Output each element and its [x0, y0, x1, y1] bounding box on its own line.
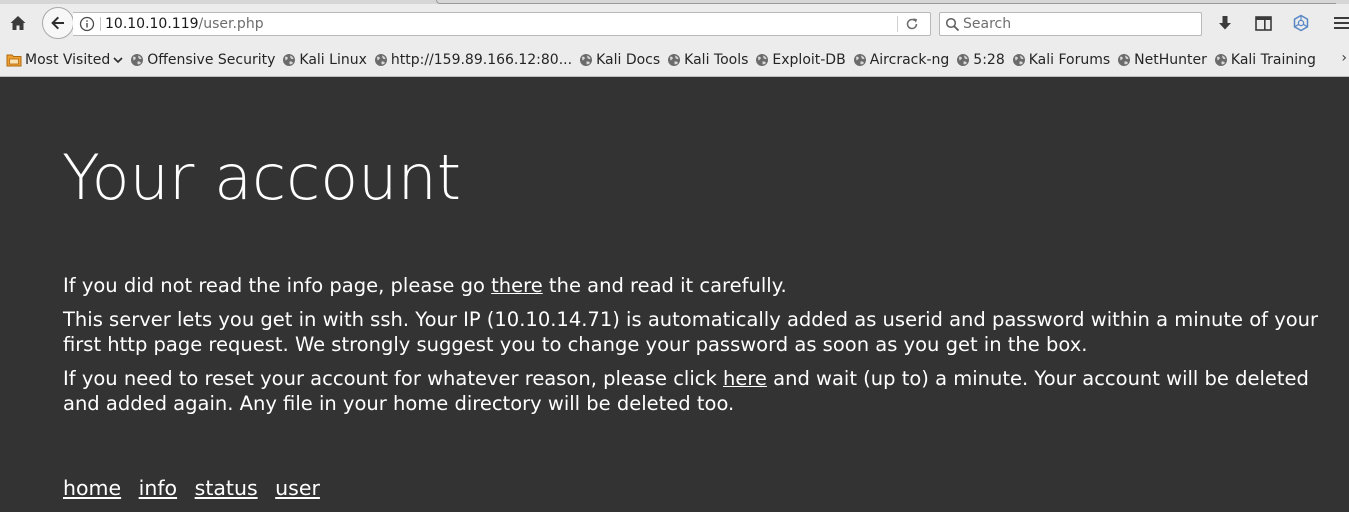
download-icon — [1219, 16, 1231, 30]
bookmarks-overflow-button[interactable]: › — [1341, 50, 1347, 66]
bookmark-label: http://159.89.166.12:80... — [390, 52, 573, 68]
paragraph-text: If you did not read the info page, pleas… — [63, 274, 492, 297]
bookmark-aircrack-ng[interactable]: Aircrack-ng — [850, 47, 954, 73]
url-text[interactable]: 10.10.10.119/user.php — [105, 16, 264, 32]
bookmark-label: Most Visited — [25, 52, 111, 68]
back-arrow-icon — [51, 16, 64, 30]
reload-icon — [906, 18, 918, 30]
nav-link-user[interactable]: user — [275, 476, 320, 500]
url-host: 10.10.10.119 — [105, 16, 199, 32]
sidebar-icon — [1254, 15, 1272, 31]
tab-strip — [0, 0, 1349, 4]
reload-divider — [897, 16, 898, 32]
bookmark-kali-forums[interactable]: Kali Forums — [1009, 47, 1114, 73]
nav-link-status[interactable]: status — [195, 476, 258, 500]
globe-icon — [131, 54, 144, 66]
download-button[interactable] — [1213, 11, 1237, 35]
bookmark-exploit-db[interactable]: Exploit-DB — [752, 47, 849, 73]
home-button[interactable] — [5, 10, 31, 36]
bookmark-label: Kali Docs — [596, 52, 661, 68]
bookmark-label: Kali Linux — [299, 52, 367, 68]
globe-icon — [853, 54, 866, 66]
hamburger-menu-icon — [1334, 17, 1349, 29]
url-path: /user.php — [198, 16, 264, 32]
globe-icon — [957, 54, 970, 66]
info-paragraph: If you did not read the info page, pleas… — [63, 274, 1349, 299]
folder-icon — [6, 54, 22, 67]
navigation-toolbar: 10.10.10.119/user.php Search — [0, 6, 1349, 42]
menu-button[interactable] — [1330, 11, 1349, 35]
back-button[interactable] — [42, 7, 74, 39]
page-content: Your account If you did not read the inf… — [0, 77, 1349, 512]
active-tab-edge[interactable] — [436, 0, 1336, 4]
bookmark-label: 5:28 — [973, 52, 1005, 68]
globe-icon — [1118, 54, 1131, 66]
bookmark-label: Kali Forums — [1028, 52, 1111, 68]
bookmark-label: Offensive Security — [147, 52, 276, 68]
globe-icon — [1214, 54, 1227, 66]
extension-button[interactable] — [1289, 11, 1313, 35]
bookmark-kali-docs[interactable]: Kali Docs — [576, 47, 664, 73]
search-bar[interactable]: Search — [939, 12, 1202, 36]
bookmark-5-28[interactable]: 5:28 — [953, 47, 1008, 73]
chevron-down-icon — [113, 57, 123, 64]
url-divider — [100, 17, 101, 31]
bookmark-label: Aircrack-ng — [869, 52, 950, 68]
home-icon — [10, 16, 26, 30]
bookmark-label: Exploit-DB — [772, 52, 846, 68]
bookmark-offensive-security[interactable]: Offensive Security — [127, 47, 279, 73]
bookmark-kali-training[interactable]: Kali Training — [1211, 47, 1320, 73]
globe-icon — [580, 54, 593, 66]
here-link[interactable]: here — [723, 367, 767, 390]
globe-icon — [374, 54, 387, 66]
bookmark-label: Kali Training — [1230, 52, 1316, 68]
paragraph-text: If you need to reset your account for wh… — [63, 367, 723, 390]
bookmark-kali-tools[interactable]: Kali Tools — [664, 47, 752, 73]
bookmark-kali-linux[interactable]: Kali Linux — [279, 47, 370, 73]
nav-link-home[interactable]: home — [63, 476, 121, 500]
globe-icon — [756, 54, 769, 66]
paragraph-text: the and read it carefully. — [542, 274, 787, 297]
browser-chrome: 10.10.10.119/user.php Search Most Visite… — [0, 0, 1349, 77]
search-placeholder: Search — [963, 16, 1012, 32]
bookmark-ip-address[interactable]: http://159.89.166.12:80... — [371, 47, 576, 73]
nav-link-info[interactable]: info — [139, 476, 177, 500]
bookmark-most-visited[interactable]: Most Visited — [0, 47, 127, 73]
sidebar-button[interactable] — [1251, 11, 1275, 35]
info-icon[interactable] — [79, 16, 95, 32]
search-icon — [945, 17, 960, 32]
globe-icon — [283, 54, 296, 66]
footer-nav: home info status user — [63, 475, 331, 501]
there-link[interactable]: there — [491, 274, 543, 297]
ssh-paragraph: This server lets you get in with ssh. Yo… — [63, 308, 1319, 356]
url-bar[interactable]: 10.10.10.119/user.php — [73, 12, 931, 36]
bookmark-label: NetHunter — [1134, 52, 1207, 68]
page-title: Your account — [62, 141, 462, 214]
reload-button[interactable] — [903, 16, 921, 32]
extension-icon — [1293, 14, 1309, 32]
reset-paragraph: If you need to reset your account for wh… — [63, 367, 1349, 416]
bookmark-label: Kali Tools — [684, 52, 749, 68]
globe-icon — [668, 54, 681, 66]
bookmarks-toolbar: Most Visited Offensive Security Kali Lin… — [0, 46, 1349, 74]
bookmark-nethunter[interactable]: NetHunter — [1114, 47, 1211, 73]
globe-icon — [1012, 54, 1025, 66]
